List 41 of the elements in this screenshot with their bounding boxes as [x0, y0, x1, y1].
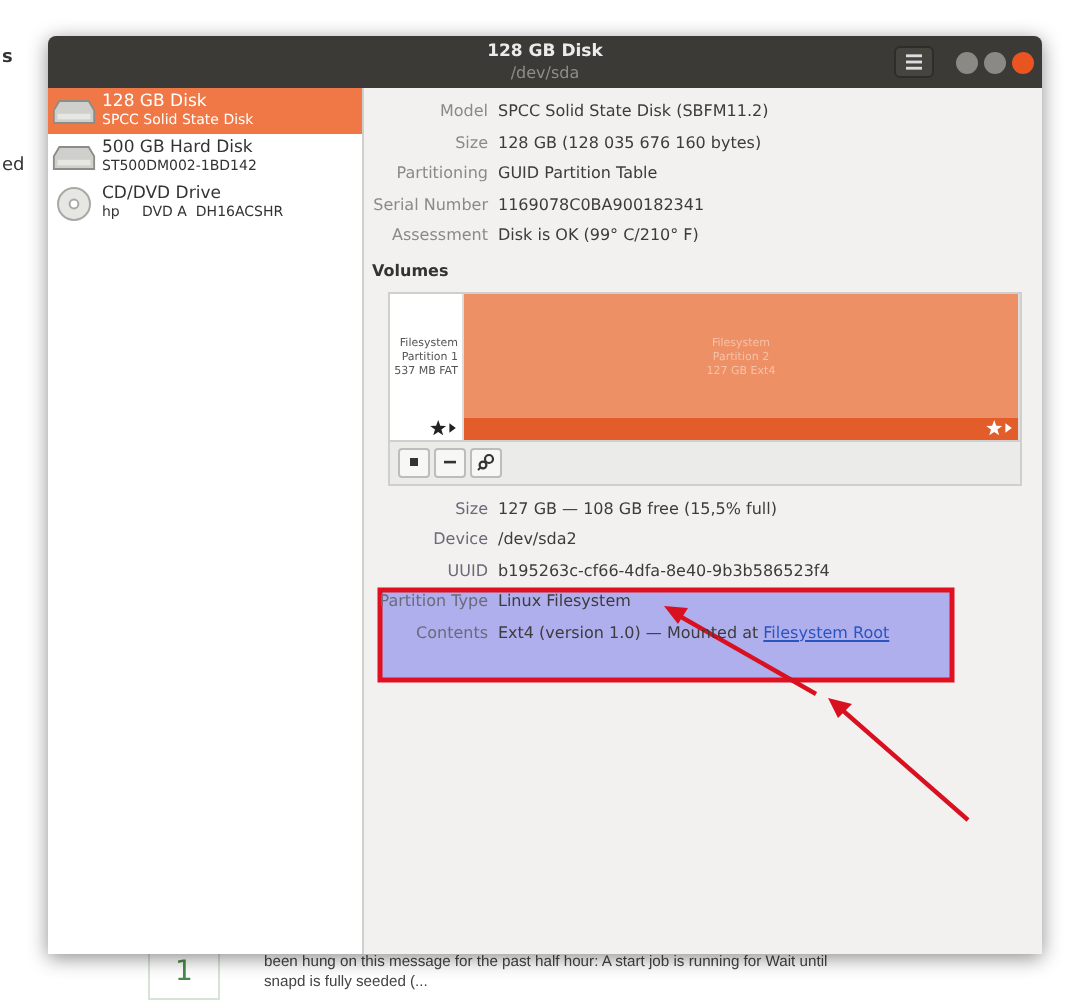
stop-icon	[404, 452, 424, 472]
field-label: Partitioning	[394, 162, 488, 186]
menu-button[interactable]	[894, 46, 934, 78]
disk-name: CD/DVD Drive	[102, 184, 223, 204]
annotation-arrow	[828, 698, 970, 822]
field-value: b195263c-cf66-4dfa-8e40-9b3b586523f4	[498, 559, 832, 583]
close-button[interactable]	[1012, 51, 1034, 73]
minimize-button[interactable]	[956, 51, 978, 73]
star-icon	[430, 420, 456, 436]
field-label: Device	[431, 528, 488, 552]
minus-button[interactable]	[434, 447, 466, 477]
field-value: SPCC Solid State Disk (SBFM11.2)	[498, 100, 771, 124]
field-value: /dev/sda2	[498, 528, 579, 552]
field-label: Serial Number	[371, 193, 488, 217]
field-value: GUID Partition Table	[498, 162, 660, 186]
field-value: 128 GB (128 035 676 160 bytes)	[498, 131, 764, 156]
window-subtitle: /dev/sda	[510, 63, 580, 83]
hard-drive-icon	[52, 97, 96, 125]
text-fragment: ed	[2, 156, 27, 176]
section-heading: Volumes	[372, 261, 451, 279]
field-label: Model	[437, 100, 488, 124]
field-label: Assessment	[390, 224, 488, 248]
field-label: Size	[453, 497, 488, 521]
star-icon	[986, 420, 1012, 436]
field-value: Disk is OK (99° C/210° F)	[498, 224, 701, 248]
field-value: 127 GB — 108 GB free (15,5% full)	[498, 497, 779, 521]
disc-icon	[56, 185, 92, 221]
field-value: Linux Filesystem	[498, 590, 633, 614]
field-label: Size	[453, 131, 488, 155]
field-label: Contents	[414, 621, 488, 645]
disk-name: 128 GB Disk	[102, 92, 209, 112]
menu-icon	[906, 54, 922, 70]
field-value: 1169078C0BA900182341	[498, 193, 707, 217]
field-label: UUID	[445, 559, 488, 583]
gears-icon	[476, 452, 496, 472]
text-fragment: s	[2, 48, 15, 68]
disk-name: 500 GB Hard Disk	[102, 138, 255, 158]
window-title: 128 GB Disk	[487, 41, 603, 63]
maximize-button[interactable]	[984, 51, 1006, 73]
stop-button[interactable]	[398, 447, 430, 477]
gears-button[interactable]	[470, 447, 502, 477]
